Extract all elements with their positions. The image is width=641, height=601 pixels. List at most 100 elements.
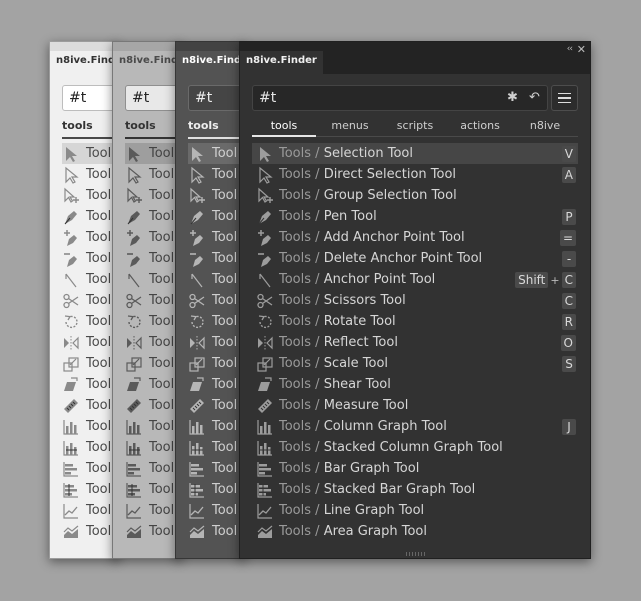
list-item[interactable]: Tool (188, 164, 244, 185)
panel-title-tab[interactable]: n8ive.Finder (50, 51, 118, 74)
result-label: Tool (86, 230, 112, 245)
list-item[interactable]: Tool (188, 206, 244, 227)
list-item[interactable]: Tool (62, 206, 118, 227)
list-item[interactable]: Tool (62, 479, 118, 500)
result-row[interactable]: Tools / Add Anchor Point Tool = (252, 227, 578, 248)
tab-tools[interactable]: tools (62, 117, 118, 139)
list-item[interactable]: Tool (188, 143, 244, 164)
list-item[interactable]: Tool (62, 143, 118, 164)
list-item[interactable]: Tool (62, 185, 118, 206)
collapse-panel-icon[interactable]: ‹‹ (567, 44, 573, 54)
list-item[interactable]: Tool (125, 458, 181, 479)
list-item[interactable]: Tool (188, 416, 244, 437)
tab-menus[interactable]: menus (318, 115, 382, 137)
list-item[interactable]: Tool (125, 269, 181, 290)
tab-scripts[interactable]: scripts (383, 115, 447, 137)
search-input[interactable]: #t (125, 85, 181, 111)
list-item[interactable]: Tool (125, 311, 181, 332)
list-item[interactable]: Tool (125, 374, 181, 395)
list-item[interactable]: Tool (188, 437, 244, 458)
list-item[interactable]: Tool (125, 395, 181, 416)
result-row[interactable]: Tools / Rotate Tool R (252, 311, 578, 332)
search-input[interactable]: #t (188, 85, 244, 111)
result-row[interactable]: Tools / Line Graph Tool (252, 500, 578, 521)
list-item[interactable]: Tool (125, 437, 181, 458)
result-row[interactable]: Tools / Shear Tool (252, 374, 578, 395)
search-input[interactable]: #t (62, 85, 118, 111)
list-item[interactable]: Tool (188, 227, 244, 248)
list-item[interactable]: Tool (188, 269, 244, 290)
result-row[interactable]: Tools / Anchor Point Tool Shift + C (252, 269, 578, 290)
result-row[interactable]: Tools / Direct Selection Tool A (252, 164, 578, 185)
list-item[interactable]: Tool (188, 290, 244, 311)
result-row[interactable]: Tools / Column Graph Tool J (252, 416, 578, 437)
result-row[interactable]: Tools / Measure Tool (252, 395, 578, 416)
list-item[interactable]: Tool (62, 374, 118, 395)
list-item[interactable]: Tool (188, 521, 244, 542)
result-row[interactable]: Tools / Bar Graph Tool (252, 458, 578, 479)
list-item[interactable]: Tool (188, 500, 244, 521)
search-input[interactable]: #t ✱ ↶ (252, 85, 548, 111)
list-item[interactable]: Tool (125, 521, 181, 542)
list-item[interactable]: Tool (62, 521, 118, 542)
result-row[interactable]: Tools / Stacked Column Graph Tool (252, 437, 578, 458)
list-item[interactable]: Tool (62, 248, 118, 269)
panel-title-tab[interactable]: n8ive.Finder (176, 51, 244, 74)
list-item[interactable]: Tool (188, 248, 244, 269)
tab-tools[interactable]: tools (188, 117, 244, 139)
list-item[interactable]: Tool (125, 416, 181, 437)
list-item[interactable]: Tool (125, 185, 181, 206)
result-row[interactable]: Tools / Reflect Tool O (252, 332, 578, 353)
result-row[interactable]: Tools / Scale Tool S (252, 353, 578, 374)
list-item[interactable]: Tool (188, 332, 244, 353)
list-item[interactable]: Tool (62, 458, 118, 479)
panel-title-tab[interactable]: n8ive.Finder (240, 51, 323, 74)
list-item[interactable]: Tool (62, 164, 118, 185)
result-row[interactable]: Tools / Scissors Tool C (252, 290, 578, 311)
list-item[interactable]: Tool (125, 332, 181, 353)
result-row[interactable]: Tools / Group Selection Tool (252, 185, 578, 206)
list-item[interactable]: Tool (62, 437, 118, 458)
panel-title-tab[interactable]: n8ive.Finder (113, 51, 181, 74)
list-item[interactable]: Tool (62, 353, 118, 374)
list-item[interactable]: Tool (62, 416, 118, 437)
list-item[interactable]: Tool (125, 290, 181, 311)
list-item[interactable]: Tool (188, 479, 244, 500)
clear-search-icon[interactable]: ✱ (507, 91, 518, 105)
list-item[interactable]: Tool (62, 500, 118, 521)
tab-actions[interactable]: actions (448, 115, 512, 137)
tab-n8ive[interactable]: n8ive (513, 115, 577, 137)
result-row[interactable]: Tools / Stacked Bar Graph Tool (252, 479, 578, 500)
list-item[interactable]: Tool (62, 332, 118, 353)
scale-tool-icon (257, 356, 273, 372)
list-item[interactable]: Tool (125, 500, 181, 521)
list-item[interactable]: Tool (188, 185, 244, 206)
list-item[interactable]: Tool (125, 143, 181, 164)
list-item[interactable]: Tool (188, 353, 244, 374)
list-item[interactable]: Tool (188, 458, 244, 479)
resize-grip[interactable] (406, 552, 426, 556)
result-row[interactable]: Tools / Pen Tool P (252, 206, 578, 227)
list-item[interactable]: Tool (125, 164, 181, 185)
list-item[interactable]: Tool (62, 227, 118, 248)
list-item[interactable]: Tool (125, 227, 181, 248)
tab-tools[interactable]: tools (252, 115, 316, 137)
list-item[interactable]: Tool (188, 311, 244, 332)
list-item[interactable]: Tool (125, 248, 181, 269)
result-row[interactable]: Tools / Delete Anchor Point Tool - (252, 248, 578, 269)
list-item[interactable]: Tool (188, 395, 244, 416)
list-item[interactable]: Tool (125, 479, 181, 500)
list-item[interactable]: Tool (62, 395, 118, 416)
list-item[interactable]: Tool (125, 353, 181, 374)
list-item[interactable]: Tool (62, 290, 118, 311)
hamburger-menu-button[interactable] (551, 85, 578, 111)
back-arrow-icon[interactable]: ↶ (529, 91, 540, 105)
result-row[interactable]: Tools / Selection Tool V (252, 143, 578, 164)
tab-tools[interactable]: tools (125, 117, 181, 139)
close-panel-icon[interactable]: ✕ (577, 43, 586, 56)
list-item[interactable]: Tool (125, 206, 181, 227)
list-item[interactable]: Tool (188, 374, 244, 395)
list-item[interactable]: Tool (62, 269, 118, 290)
result-row[interactable]: Tools / Area Graph Tool (252, 521, 578, 542)
list-item[interactable]: Tool (62, 311, 118, 332)
